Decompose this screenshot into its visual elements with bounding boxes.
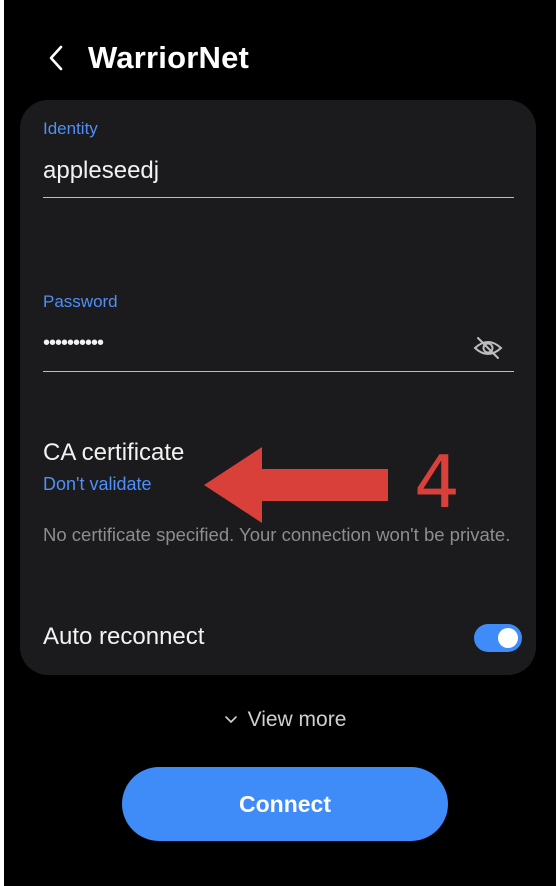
annotation-step-number: 4 (414, 440, 460, 524)
back-button[interactable] (36, 36, 76, 80)
identity-value: appleseedj (43, 157, 160, 184)
chevron-left-icon (49, 45, 63, 71)
identity-label: Identity (43, 119, 98, 138)
auto-reconnect-row: Auto reconnect (20, 608, 536, 670)
toggle-knob (498, 628, 518, 648)
auto-reconnect-toggle[interactable] (474, 624, 522, 652)
view-more-button[interactable]: View more (4, 702, 556, 738)
connect-button[interactable]: Connect (122, 767, 448, 841)
identity-underline (43, 197, 514, 198)
chevron-down-icon (224, 716, 237, 723)
password-input[interactable]: •••••••••• (43, 326, 463, 370)
header: WarriorNet (4, 30, 556, 88)
auto-reconnect-label: Auto reconnect (43, 623, 205, 650)
page-title: WarriorNet (88, 40, 250, 75)
connect-button-label: Connect (239, 791, 331, 817)
password-visibility-toggle[interactable] (469, 329, 507, 367)
password-value: •••••••••• (43, 332, 104, 354)
password-underline (43, 371, 514, 372)
eye-off-icon (473, 337, 503, 359)
network-settings-card: Identity appleseedj Password •••••••••• … (20, 100, 536, 675)
password-label: Password (43, 292, 118, 311)
ca-certificate-label: CA certificate (43, 439, 185, 466)
view-more-label: View more (247, 708, 347, 731)
wifi-network-settings-screen: WarriorNet Identity appleseedj Password … (4, 0, 556, 886)
ca-certificate-value: Don't validate (43, 474, 152, 494)
identity-input[interactable]: appleseedj (43, 152, 514, 196)
left-arrow-annotation (204, 447, 388, 523)
